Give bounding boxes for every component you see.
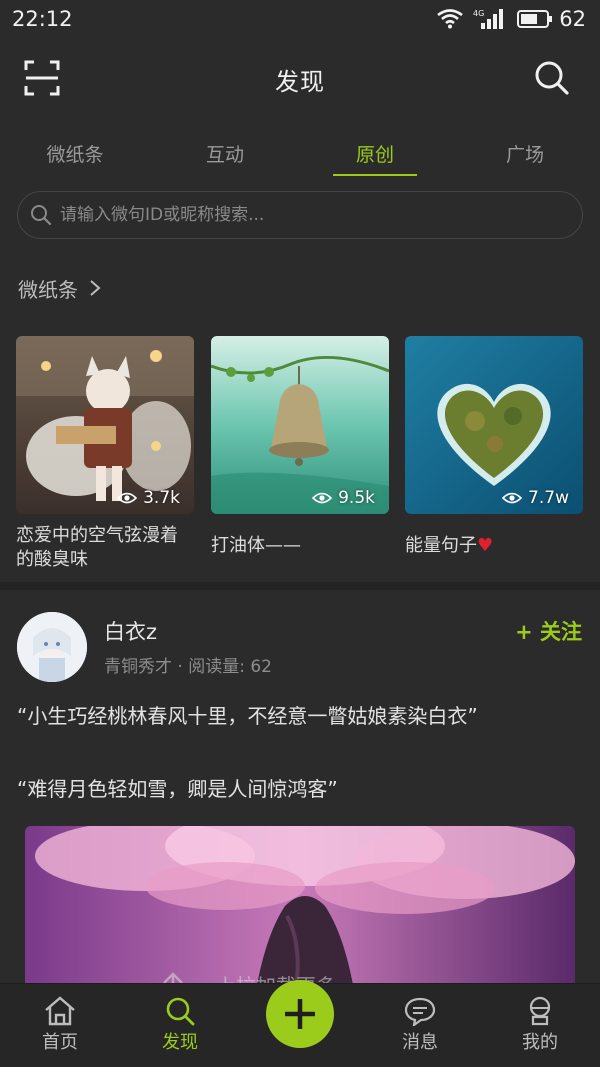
avatar[interactable]	[17, 612, 87, 682]
view-count: 3.7k	[117, 488, 180, 508]
status-time: 22:12	[12, 7, 73, 31]
section-header-notes[interactable]: 微纸条	[18, 268, 102, 308]
search-input[interactable]	[60, 205, 560, 225]
card-title: 能量句子♥	[405, 535, 494, 556]
bottom-nav: 首页 发现 消息 我的	[0, 980, 600, 1067]
page-title: 发现	[275, 67, 325, 96]
header: 发现	[0, 40, 600, 118]
battery-icon	[517, 10, 553, 28]
tab-notes[interactable]: 微纸条	[0, 128, 150, 178]
nav-home[interactable]: 首页	[15, 996, 105, 1054]
view-count: 7.7w	[502, 488, 569, 508]
nav-discover[interactable]: 发现	[135, 996, 225, 1054]
tab-interact[interactable]: 互动	[150, 128, 300, 178]
svg-text:4G: 4G	[473, 9, 484, 18]
battery-level: 62	[559, 7, 586, 31]
heart-icon: ♥	[477, 535, 494, 556]
eye-icon	[117, 492, 138, 504]
view-count: 9.5k	[312, 488, 375, 508]
wifi-icon	[437, 9, 464, 29]
note-card[interactable]: 3.7k 恋爱中的空气弦漫着的酸臭味	[16, 336, 194, 572]
nav-messages[interactable]: 消息	[375, 996, 465, 1054]
card-title: 恋爱中的空气弦漫着的酸臭味	[16, 525, 178, 570]
post-username[interactable]: 白衣z	[104, 616, 157, 646]
tab-original[interactable]: 原创	[300, 128, 450, 178]
card-title: 打油体——	[211, 535, 301, 556]
tab-square[interactable]: 广场	[450, 128, 600, 178]
post-user-meta: 青铜秀才 · 阅读量: 62	[104, 657, 272, 677]
nav-profile[interactable]: 我的	[495, 996, 585, 1054]
eye-icon	[312, 492, 333, 504]
signal-icon: 4G	[473, 9, 504, 29]
note-cards: 3.7k 恋爱中的空气弦漫着的酸臭味 9.5k 打油体—— 7.7w 能量句子♥	[16, 336, 586, 576]
search-bar	[17, 191, 583, 239]
profile-icon	[529, 996, 551, 1026]
post-text-line: “小生巧经桃林春风十里，不经意一瞥姑娘素染白衣”	[17, 704, 478, 728]
tab-bar: 微纸条 互动 原创 广场	[0, 128, 600, 178]
status-bar: 22:12 4G 62	[0, 0, 600, 38]
post-text-line: “难得月色轻如雪，卿是人间惊鸿客”	[17, 777, 338, 801]
create-button[interactable]	[266, 980, 334, 1048]
message-icon	[404, 997, 436, 1026]
eye-icon	[502, 492, 523, 504]
battery-indicator: 62	[517, 7, 586, 31]
card-image: 9.5k	[211, 336, 389, 514]
search-small-icon	[31, 205, 52, 226]
plus-icon	[285, 999, 315, 1029]
discover-icon	[166, 997, 195, 1026]
note-card[interactable]: 7.7w 能量句子♥	[405, 336, 583, 558]
card-image: 7.7w	[405, 336, 583, 514]
card-image: 3.7k	[16, 336, 194, 514]
section-divider	[0, 582, 600, 590]
note-card[interactable]: 9.5k 打油体——	[211, 336, 389, 558]
chevron-right-icon	[90, 280, 101, 296]
search-icon[interactable]	[534, 60, 570, 96]
follow-button[interactable]: + 关注	[515, 616, 582, 646]
status-icons: 4G 62	[437, 7, 586, 31]
section-title: 微纸条	[18, 277, 78, 302]
home-icon	[45, 996, 75, 1026]
scan-icon[interactable]	[24, 60, 60, 96]
